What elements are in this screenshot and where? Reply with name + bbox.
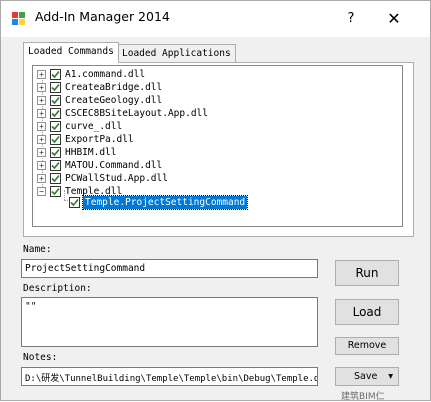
tab-loaded-commands[interactable]: Loaded Commands xyxy=(23,42,119,63)
tree-item[interactable]: + HHBIM.dll xyxy=(37,146,337,159)
tree-item-label: ExportPa.dll xyxy=(65,134,134,145)
commands-tree[interactable]: + A1.command.dll + CreateaBridge.dll + C… xyxy=(32,65,403,227)
expand-icon[interactable]: + xyxy=(37,83,46,92)
tree-item[interactable]: + A1.command.dll xyxy=(37,68,337,81)
load-button[interactable]: Load xyxy=(335,299,399,325)
expand-icon[interactable]: + xyxy=(37,148,46,157)
tree-item-label: CSCEC8BSiteLayout.App.dll xyxy=(65,108,208,119)
expand-icon[interactable]: + xyxy=(37,109,46,118)
add-in-manager-window: Add-In Manager 2014 ? ✕ Loaded Commands … xyxy=(0,0,431,402)
tree-item[interactable]: + PCWallStud.App.dll xyxy=(37,172,337,185)
notes-label: Notes: xyxy=(23,352,58,363)
remove-button[interactable]: Remove xyxy=(335,337,399,355)
name-label: Name: xyxy=(23,244,52,255)
tree-item[interactable]: + CreateGeology.dll xyxy=(37,94,337,107)
checkbox-checked-icon[interactable] xyxy=(69,197,80,208)
tab-loaded-applications[interactable]: Loaded Applications xyxy=(117,44,236,62)
checkbox-checked-icon[interactable] xyxy=(50,186,61,197)
run-button[interactable]: Run xyxy=(335,260,399,286)
save-button-label: Save xyxy=(354,371,378,382)
tree-item-label: CreateaBridge.dll xyxy=(65,82,163,93)
tree-child-item[interactable]: Temple.ProjectSettingCommand xyxy=(69,195,399,210)
checkbox-checked-icon[interactable] xyxy=(50,95,61,106)
save-button[interactable]: Save ▾ xyxy=(335,367,399,386)
tree-child-label: Temple.ProjectSettingCommand xyxy=(81,195,249,210)
expand-icon[interactable]: + xyxy=(37,96,46,105)
expand-icon[interactable]: + xyxy=(37,70,46,79)
close-button[interactable]: ✕ xyxy=(379,7,409,31)
tree-item-label: CreateGeology.dll xyxy=(65,95,163,106)
watermark: 建筑BIM仁 xyxy=(341,392,385,402)
tree-item[interactable]: + CreateaBridge.dll xyxy=(37,81,337,94)
tree-item[interactable]: + MATOU.Command.dll xyxy=(37,159,337,172)
expand-icon[interactable]: + xyxy=(37,174,46,183)
tree-item-label: HHBIM.dll xyxy=(65,147,117,158)
tree-item-label: curve_.dll xyxy=(65,121,123,132)
checkbox-checked-icon[interactable] xyxy=(50,147,61,158)
tree-item[interactable]: + ExportPa.dll xyxy=(37,133,337,146)
checkbox-checked-icon[interactable] xyxy=(50,134,61,145)
description-field[interactable]: "" xyxy=(21,297,318,347)
expand-icon[interactable]: + xyxy=(37,122,46,131)
name-field[interactable]: ProjectSettingCommand xyxy=(21,259,318,278)
collapse-icon[interactable]: − xyxy=(37,187,46,196)
expand-icon[interactable]: + xyxy=(37,135,46,144)
checkbox-checked-icon[interactable] xyxy=(50,69,61,80)
window-title: Add-In Manager 2014 xyxy=(35,9,170,24)
checkbox-checked-icon[interactable] xyxy=(50,82,61,93)
tree-item-label: MATOU.Command.dll xyxy=(65,160,163,171)
checkbox-checked-icon[interactable] xyxy=(50,160,61,171)
notes-field[interactable]: D:\研发\TunnelBuilding\Temple\Temple\bin\D… xyxy=(21,367,318,386)
title-bar: Add-In Manager 2014 ? ✕ xyxy=(1,1,430,37)
tree-item-label: PCWallStud.App.dll xyxy=(65,173,168,184)
help-button[interactable]: ? xyxy=(339,7,363,31)
expand-icon[interactable]: + xyxy=(37,161,46,170)
tree-item-label: A1.command.dll xyxy=(65,69,146,80)
checkbox-checked-icon[interactable] xyxy=(50,108,61,119)
description-label: Description: xyxy=(23,283,92,294)
app-icon xyxy=(12,12,26,26)
checkbox-checked-icon[interactable] xyxy=(50,121,61,132)
tree-item[interactable]: + CSCEC8BSiteLayout.App.dll xyxy=(37,107,337,120)
tree-item[interactable]: + curve_.dll xyxy=(37,120,337,133)
checkbox-checked-icon[interactable] xyxy=(50,173,61,184)
dropdown-arrow-icon[interactable]: ▾ xyxy=(388,368,393,385)
